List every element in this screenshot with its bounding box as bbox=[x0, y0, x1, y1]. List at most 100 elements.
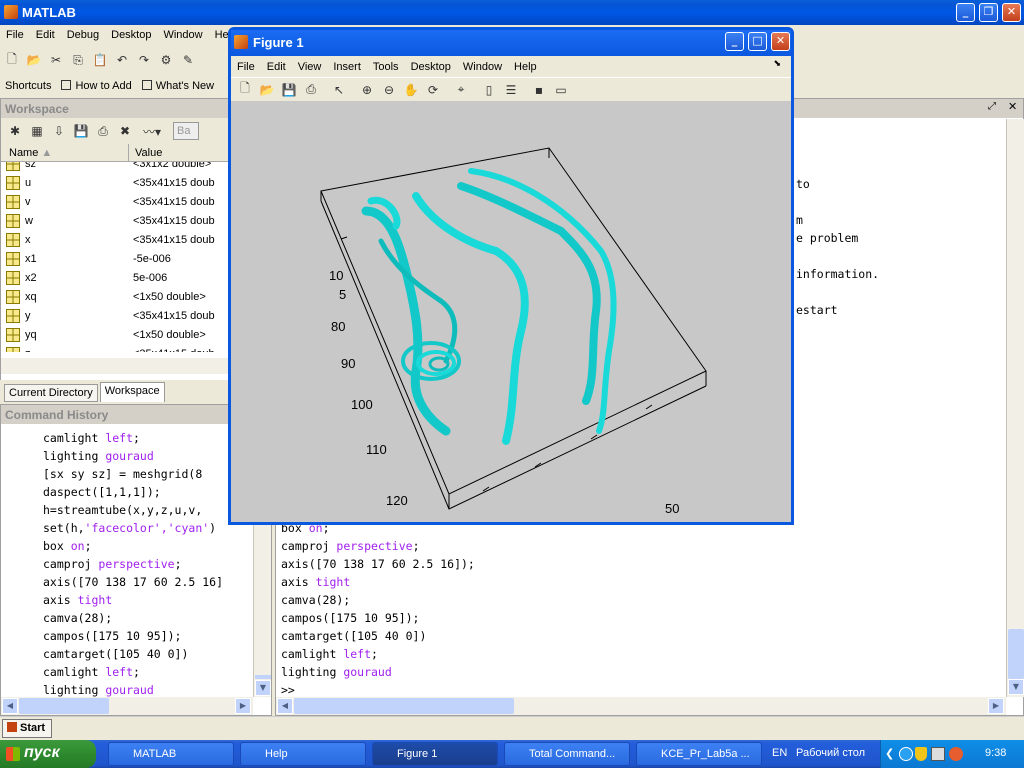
hide-plot-tools-icon[interactable]: ▪ bbox=[529, 80, 549, 100]
import-data-icon[interactable]: ⇩ bbox=[49, 121, 69, 141]
stack-base-select[interactable]: Ba bbox=[173, 122, 199, 140]
scroll-right-arrow-icon[interactable]: ▶ bbox=[988, 698, 1004, 714]
menu-window[interactable]: Window bbox=[157, 29, 208, 41]
paste-icon[interactable]: 📋 bbox=[90, 50, 110, 70]
rotate-3d-icon[interactable]: ⟳ bbox=[423, 80, 443, 100]
new-variable-icon[interactable]: ✱ bbox=[5, 121, 25, 141]
h-scroll-thumb[interactable] bbox=[19, 698, 109, 714]
zoom-out-icon[interactable]: ⊖ bbox=[379, 80, 399, 100]
taskbar-item-word-doc[interactable]: KCE_Pr_Lab5a ... bbox=[636, 742, 762, 766]
figure-minimize-button[interactable]: _ bbox=[725, 32, 744, 51]
security-shield-icon[interactable] bbox=[915, 747, 927, 761]
scroll-left-arrow-icon[interactable]: ◀ bbox=[2, 698, 18, 714]
network-icon[interactable] bbox=[931, 747, 945, 761]
command-window-horizontal-scrollbar[interactable]: ◀ ▶ bbox=[276, 697, 1006, 715]
insert-legend-icon[interactable]: ☰ bbox=[501, 80, 521, 100]
workspace-variable-row[interactable]: yq <1x50 double> bbox=[1, 325, 251, 344]
history-horizontal-scrollbar[interactable]: ◀ ▶ bbox=[1, 697, 253, 715]
print-icon[interactable]: ⎙ bbox=[93, 121, 113, 141]
edit-plot-arrow-icon[interactable]: ↖ bbox=[329, 80, 349, 100]
save-workspace-icon[interactable]: 💾 bbox=[71, 121, 91, 141]
delete-icon[interactable]: ✖ bbox=[115, 121, 135, 141]
workspace-variable-row[interactable]: x1 -5e-006 bbox=[1, 249, 251, 268]
workspace-horizontal-scrollbar[interactable] bbox=[1, 358, 251, 374]
workspace-variable-row[interactable]: x <35x41x15 doub bbox=[1, 230, 251, 249]
new-figure-icon[interactable]: 🗋 bbox=[235, 80, 255, 100]
tab-current-directory[interactable]: Current Directory bbox=[4, 384, 98, 402]
workspace-variable-row[interactable]: sz <3x1x2 double> bbox=[1, 162, 251, 173]
insert-colorbar-icon[interactable]: ▯ bbox=[479, 80, 499, 100]
menu-debug[interactable]: Debug bbox=[61, 29, 105, 41]
figure-menu-help[interactable]: Help bbox=[508, 61, 543, 73]
figure-window[interactable]: Figure 1 _ □ ✕ File Edit View Insert Too… bbox=[228, 27, 794, 525]
close-button[interactable]: ✕ bbox=[1002, 3, 1021, 22]
figure-maximize-button[interactable]: □ bbox=[748, 32, 767, 51]
taskbar-item-figure[interactable]: Figure 1 bbox=[372, 742, 498, 766]
workspace-variable-row[interactable]: y <35x41x15 doub bbox=[1, 306, 251, 325]
pan-hand-icon[interactable]: ✋ bbox=[401, 80, 421, 100]
command-window-lines[interactable]: box on; camproj perspective; axis([70 138 … bbox=[281, 519, 981, 699]
print-figure-icon[interactable]: ⎙ bbox=[301, 80, 321, 100]
figure-menu-file[interactable]: File bbox=[231, 61, 261, 73]
zoom-in-icon[interactable]: ⊕ bbox=[357, 80, 377, 100]
figure-menu-edit[interactable]: Edit bbox=[261, 61, 292, 73]
tray-expand-icon[interactable]: ❮ bbox=[885, 747, 894, 760]
undock-icon[interactable]: ⤢ bbox=[988, 101, 996, 112]
scroll-down-arrow-icon[interactable]: ▼ bbox=[1008, 679, 1024, 695]
scroll-thumb[interactable] bbox=[255, 675, 271, 679]
scroll-thumb[interactable] bbox=[1008, 629, 1024, 679]
undo-icon[interactable]: ↶ bbox=[112, 50, 132, 70]
taskbar-item-matlab[interactable]: MATLAB bbox=[108, 742, 234, 766]
desktop-toolbar[interactable]: Рабочий стол bbox=[796, 747, 865, 759]
matlab-titlebar[interactable]: MATLAB _ ❐ ✕ bbox=[0, 0, 1024, 25]
language-indicator[interactable]: EN bbox=[772, 747, 787, 759]
streamtube-plot[interactable]: 10 5 80 90 100 110 120 130 20 30 40 50 bbox=[231, 101, 791, 522]
workspace-variable-row[interactable]: w <35x41x15 doub bbox=[1, 211, 251, 230]
figure-menu-view[interactable]: View bbox=[292, 61, 328, 73]
workspace-variable-row[interactable]: x2 5e-006 bbox=[1, 268, 251, 287]
guide-icon[interactable]: ✎ bbox=[178, 50, 198, 70]
open-variable-icon[interactable]: ▦ bbox=[27, 121, 47, 141]
dock-arrow-icon[interactable]: ⬊ bbox=[767, 59, 787, 69]
command-window-vertical-scrollbar[interactable]: ▼ bbox=[1006, 119, 1024, 697]
plot-selector-icon[interactable]: 〰▾ bbox=[137, 121, 167, 141]
scroll-down-arrow-icon[interactable]: ▼ bbox=[255, 680, 271, 696]
figure-menu-window[interactable]: Window bbox=[457, 61, 508, 73]
figure-menu-tools[interactable]: Tools bbox=[367, 61, 405, 73]
tab-workspace[interactable]: Workspace bbox=[99, 382, 165, 402]
how-to-add-shortcut[interactable]: How to Add bbox=[61, 80, 132, 92]
clock[interactable]: 9:38 bbox=[985, 747, 1006, 759]
menu-file[interactable]: File bbox=[0, 29, 30, 41]
save-figure-icon[interactable]: 💾 bbox=[279, 80, 299, 100]
shortcuts-label[interactable]: Shortcuts bbox=[5, 80, 51, 92]
figure-close-button[interactable]: ✕ bbox=[771, 32, 790, 51]
minimize-button[interactable]: _ bbox=[956, 3, 975, 22]
figure-canvas[interactable]: 10 5 80 90 100 110 120 130 20 30 40 50 bbox=[231, 101, 791, 522]
scroll-right-arrow-icon[interactable]: ▶ bbox=[235, 698, 251, 714]
workspace-variable-row[interactable]: u <35x41x15 doub bbox=[1, 173, 251, 192]
simulink-icon[interactable]: ⚙ bbox=[156, 50, 176, 70]
close-panel-icon[interactable]: ✕ bbox=[1008, 100, 1017, 113]
restore-button[interactable]: ❐ bbox=[979, 3, 998, 22]
show-plot-tools-icon[interactable]: ▭ bbox=[551, 80, 571, 100]
value-column-header[interactable]: Value bbox=[129, 144, 168, 161]
name-column-header[interactable]: Name ▲ bbox=[1, 144, 129, 161]
redo-icon[interactable]: ↷ bbox=[134, 50, 154, 70]
open-file-icon[interactable]: 📂 bbox=[257, 80, 277, 100]
volume-icon[interactable] bbox=[949, 747, 963, 761]
workspace-variable-row[interactable]: z<35x41x15 doub bbox=[1, 344, 251, 352]
figure-menu-insert[interactable]: Insert bbox=[327, 61, 367, 73]
workspace-variable-row[interactable]: xq <1x50 double> bbox=[1, 287, 251, 306]
figure-titlebar[interactable]: Figure 1 _ □ ✕ bbox=[231, 30, 791, 56]
taskbar-item-total-commander[interactable]: Total Command... bbox=[504, 742, 630, 766]
taskbar-item-help[interactable]: Help bbox=[240, 742, 366, 766]
windows-start-button[interactable]: пуск bbox=[0, 740, 96, 768]
new-file-icon[interactable]: 🗋 bbox=[2, 50, 22, 70]
menu-desktop[interactable]: Desktop bbox=[105, 29, 157, 41]
whats-new-shortcut[interactable]: What's New bbox=[141, 80, 214, 92]
copy-icon[interactable]: ⎘ bbox=[68, 50, 88, 70]
scroll-left-arrow-icon[interactable]: ◀ bbox=[277, 698, 293, 714]
open-file-icon[interactable]: 📂 bbox=[24, 50, 44, 70]
data-cursor-icon[interactable]: ⌖ bbox=[451, 80, 471, 100]
figure-menu-desktop[interactable]: Desktop bbox=[405, 61, 457, 73]
